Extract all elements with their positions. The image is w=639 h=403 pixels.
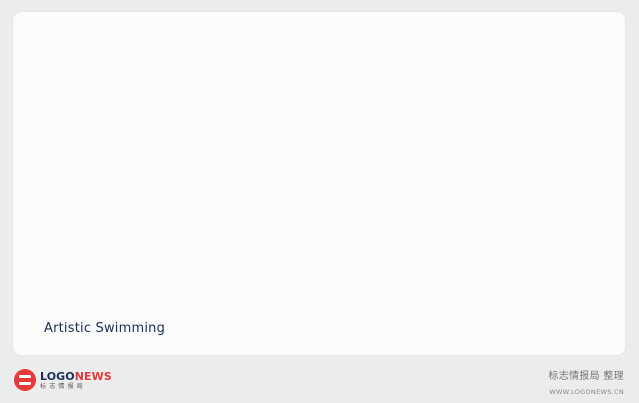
footer-credit-block: 标志情报局 整理 WWW.LOGONEWS.CN xyxy=(548,367,624,396)
credit-text: 标志情报局 整理 xyxy=(548,371,624,382)
logo-text: LOGONEWS 标志情报局 xyxy=(40,371,112,390)
site-url: WWW.LOGONEWS.CN xyxy=(549,388,624,396)
image-card: Artistic Swimming xyxy=(13,12,625,355)
logo-word-part1: LOGO xyxy=(40,369,75,383)
logo-word-part2: NEWS xyxy=(74,369,112,383)
logonews-icon xyxy=(14,369,36,391)
logo-subtitle: 标志情报局 xyxy=(40,382,87,390)
logo-wordmark: LOGONEWS xyxy=(40,371,112,382)
logonews-logo: LOGONEWS 标志情报局 xyxy=(14,368,112,392)
card-caption: Artistic Swimming xyxy=(44,321,166,336)
